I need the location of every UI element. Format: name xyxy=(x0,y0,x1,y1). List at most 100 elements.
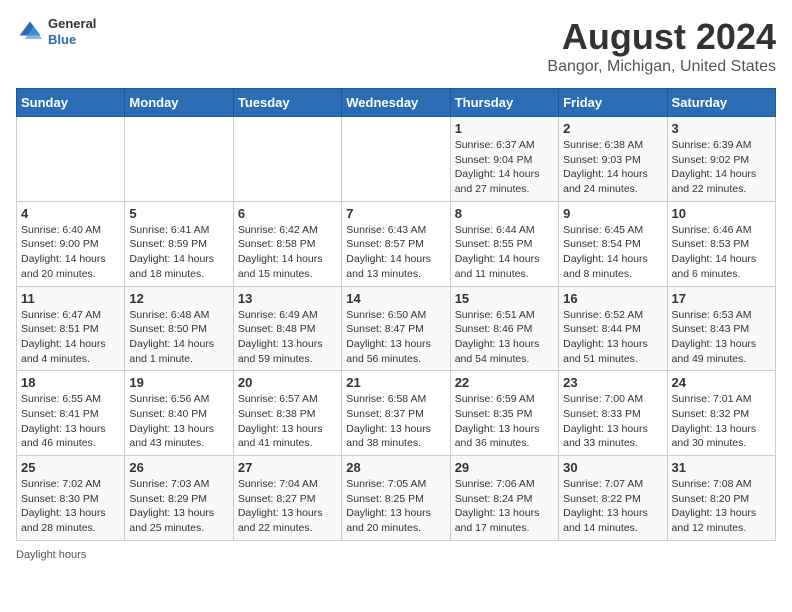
calendar-cell: 15 Sunrise: 6:51 AMSunset: 8:46 PMDayligh… xyxy=(450,286,558,371)
day-number: 8 xyxy=(455,206,554,221)
calendar-cell: 9 Sunrise: 6:45 AMSunset: 8:54 PMDaylight… xyxy=(559,201,667,286)
weekday-header-monday: Monday xyxy=(125,89,233,117)
day-info: Sunrise: 7:04 AMSunset: 8:27 PMDaylight:… xyxy=(238,477,337,536)
day-number: 13 xyxy=(238,291,337,306)
day-info: Sunrise: 7:07 AMSunset: 8:22 PMDaylight:… xyxy=(563,477,662,536)
day-number: 27 xyxy=(238,460,337,475)
calendar-cell: 1 Sunrise: 6:37 AMSunset: 9:04 PMDaylight… xyxy=(450,117,558,202)
calendar-table: SundayMondayTuesdayWednesdayThursdayFrid… xyxy=(16,88,776,541)
day-info: Sunrise: 6:41 AMSunset: 8:59 PMDaylight:… xyxy=(129,223,228,282)
day-number: 30 xyxy=(563,460,662,475)
day-info: Sunrise: 6:42 AMSunset: 8:58 PMDaylight:… xyxy=(238,223,337,282)
calendar-cell: 8Sunrise: 6:44 AMSunset: 8:55 PMDaylight… xyxy=(450,201,558,286)
logo-text: General Blue xyxy=(48,16,96,47)
day-number: 6 xyxy=(238,206,337,221)
calendar-cell: 25 Sunrise: 7:02 AMSunset: 8:30 PMDayligh… xyxy=(17,456,125,541)
day-number: 15 xyxy=(455,291,554,306)
logo-icon xyxy=(16,18,44,46)
day-number: 19 xyxy=(129,375,228,390)
day-number: 4 xyxy=(21,206,120,221)
day-number: 5 xyxy=(129,206,228,221)
calendar-cell: 14 Sunrise: 6:50 AMSunset: 8:47 PMDayligh… xyxy=(342,286,450,371)
day-info: Sunrise: 6:38 AMSunset: 9:03 PMDaylight:… xyxy=(563,138,662,197)
calendar-cell: 2 Sunrise: 6:38 AMSunset: 9:03 PMDaylight… xyxy=(559,117,667,202)
day-number: 14 xyxy=(346,291,445,306)
page-subtitle: Bangor, Michigan, United States xyxy=(547,58,776,76)
day-number: 1 xyxy=(455,121,554,136)
weekday-header-sunday: Sunday xyxy=(17,89,125,117)
day-info: Sunrise: 7:03 AMSunset: 8:29 PMDaylight:… xyxy=(129,477,228,536)
calendar-cell: 16 Sunrise: 6:52 AMSunset: 8:44 PMDayligh… xyxy=(559,286,667,371)
calendar-week-4: 18 Sunrise: 6:55 AMSunset: 8:41 PMDayligh… xyxy=(17,371,776,456)
day-info: Sunrise: 6:39 AMSunset: 9:02 PMDaylight:… xyxy=(672,138,771,197)
logo-blue: Blue xyxy=(48,32,96,48)
calendar-cell: 3 Sunrise: 6:39 AMSunset: 9:02 PMDaylight… xyxy=(667,117,775,202)
day-info: Sunrise: 6:45 AMSunset: 8:54 PMDaylight:… xyxy=(563,223,662,282)
day-number: 28 xyxy=(346,460,445,475)
logo: General Blue xyxy=(16,16,96,47)
day-info: Sunrise: 6:50 AMSunset: 8:47 PMDaylight:… xyxy=(346,308,445,367)
day-number: 29 xyxy=(455,460,554,475)
day-number: 26 xyxy=(129,460,228,475)
day-info: Sunrise: 6:52 AMSunset: 8:44 PMDaylight:… xyxy=(563,308,662,367)
calendar-cell: 28 Sunrise: 7:05 AMSunset: 8:25 PMDayligh… xyxy=(342,456,450,541)
calendar-cell xyxy=(125,117,233,202)
calendar-cell: 11Sunrise: 6:47 AMSunset: 8:51 PMDayligh… xyxy=(17,286,125,371)
day-info: Sunrise: 7:02 AMSunset: 8:30 PMDaylight:… xyxy=(21,477,120,536)
day-number: 16 xyxy=(563,291,662,306)
day-info: Sunrise: 6:37 AMSunset: 9:04 PMDaylight:… xyxy=(455,138,554,197)
day-number: 12 xyxy=(129,291,228,306)
day-number: 3 xyxy=(672,121,771,136)
title-block: August 2024 Bangor, Michigan, United Sta… xyxy=(547,16,776,76)
page-title: August 2024 xyxy=(547,16,776,58)
weekday-header-saturday: Saturday xyxy=(667,89,775,117)
calendar-week-1: 1 Sunrise: 6:37 AMSunset: 9:04 PMDaylight… xyxy=(17,117,776,202)
calendar-cell: 20 Sunrise: 6:57 AMSunset: 8:38 PMDayligh… xyxy=(233,371,341,456)
calendar-cell xyxy=(233,117,341,202)
day-info: Sunrise: 6:59 AMSunset: 8:35 PMDaylight:… xyxy=(455,392,554,451)
calendar-cell xyxy=(342,117,450,202)
calendar-cell: 31Sunrise: 7:08 AMSunset: 8:20 PMDayligh… xyxy=(667,456,775,541)
calendar-cell: 24 Sunrise: 7:01 AMSunset: 8:32 PMDayligh… xyxy=(667,371,775,456)
day-info: Sunrise: 6:56 AMSunset: 8:40 PMDaylight:… xyxy=(129,392,228,451)
day-number: 18 xyxy=(21,375,120,390)
calendar-cell: 17Sunrise: 6:53 AMSunset: 8:43 PMDayligh… xyxy=(667,286,775,371)
calendar-cell: 13Sunrise: 6:49 AMSunset: 8:48 PMDayligh… xyxy=(233,286,341,371)
page-header: General Blue August 2024 Bangor, Michiga… xyxy=(16,16,776,76)
calendar-cell: 21Sunrise: 6:58 AMSunset: 8:37 PMDayligh… xyxy=(342,371,450,456)
day-info: Sunrise: 6:51 AMSunset: 8:46 PMDaylight:… xyxy=(455,308,554,367)
calendar-cell: 6 Sunrise: 6:42 AMSunset: 8:58 PMDaylight… xyxy=(233,201,341,286)
weekday-row: SundayMondayTuesdayWednesdayThursdayFrid… xyxy=(17,89,776,117)
weekday-header-thursday: Thursday xyxy=(450,89,558,117)
day-info: Sunrise: 7:08 AMSunset: 8:20 PMDaylight:… xyxy=(672,477,771,536)
calendar-cell: 29Sunrise: 7:06 AMSunset: 8:24 PMDayligh… xyxy=(450,456,558,541)
day-number: 22 xyxy=(455,375,554,390)
logo-general: General xyxy=(48,16,96,32)
calendar-week-2: 4Sunrise: 6:40 AMSunset: 9:00 PMDaylight… xyxy=(17,201,776,286)
calendar-cell: 26 Sunrise: 7:03 AMSunset: 8:29 PMDayligh… xyxy=(125,456,233,541)
day-info: Sunrise: 6:57 AMSunset: 8:38 PMDaylight:… xyxy=(238,392,337,451)
calendar-footer: Daylight hours xyxy=(16,549,776,561)
calendar-week-3: 11Sunrise: 6:47 AMSunset: 8:51 PMDayligh… xyxy=(17,286,776,371)
weekday-header-friday: Friday xyxy=(559,89,667,117)
day-number: 2 xyxy=(563,121,662,136)
calendar-cell: 30 Sunrise: 7:07 AMSunset: 8:22 PMDayligh… xyxy=(559,456,667,541)
day-number: 23 xyxy=(563,375,662,390)
day-number: 11 xyxy=(21,291,120,306)
day-number: 24 xyxy=(672,375,771,390)
day-info: Sunrise: 6:55 AMSunset: 8:41 PMDaylight:… xyxy=(21,392,120,451)
calendar-cell xyxy=(17,117,125,202)
day-number: 17 xyxy=(672,291,771,306)
calendar-cell: 19 Sunrise: 6:56 AMSunset: 8:40 PMDayligh… xyxy=(125,371,233,456)
day-number: 25 xyxy=(21,460,120,475)
day-number: 10 xyxy=(672,206,771,221)
day-info: Sunrise: 7:01 AMSunset: 8:32 PMDaylight:… xyxy=(672,392,771,451)
calendar-cell: 10Sunrise: 6:46 AMSunset: 8:53 PMDayligh… xyxy=(667,201,775,286)
day-number: 9 xyxy=(563,206,662,221)
calendar-cell: 18 Sunrise: 6:55 AMSunset: 8:41 PMDayligh… xyxy=(17,371,125,456)
calendar-cell: 12Sunrise: 6:48 AMSunset: 8:50 PMDayligh… xyxy=(125,286,233,371)
day-number: 20 xyxy=(238,375,337,390)
calendar-cell: 27 Sunrise: 7:04 AMSunset: 8:27 PMDayligh… xyxy=(233,456,341,541)
calendar-cell: 5 Sunrise: 6:41 AMSunset: 8:59 PMDaylight… xyxy=(125,201,233,286)
day-info: Sunrise: 7:05 AMSunset: 8:25 PMDaylight:… xyxy=(346,477,445,536)
